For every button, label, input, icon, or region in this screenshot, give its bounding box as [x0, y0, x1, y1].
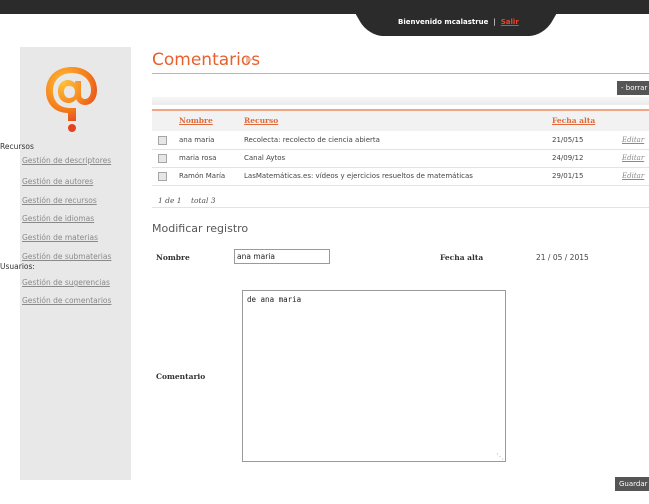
sidebar-link-autores[interactable]: Gestión de autores	[22, 177, 93, 186]
row-checkbox[interactable]	[158, 172, 167, 181]
page-title: Comentarios	[152, 50, 261, 70]
sidebar-heading-recursos: Recursos	[0, 142, 34, 151]
title-arrow-icon: ▶	[246, 55, 253, 65]
date-label: Fecha alta	[440, 253, 484, 262]
column-header-recurso[interactable]: Recurso	[244, 116, 278, 125]
table-bottom-rule	[152, 207, 649, 208]
cell-fecha: 24/09/12	[552, 154, 584, 162]
pager-page: 1 de 1	[158, 196, 182, 205]
pager-total: total 3	[191, 196, 216, 205]
edit-link[interactable]: Editar	[622, 154, 644, 162]
sidebar-heading-usuarios: Usuarios:	[0, 262, 35, 271]
save-button[interactable]: Guardar	[615, 477, 649, 491]
sidebar-link-sugerencias[interactable]: Gestión de sugerencias	[22, 278, 110, 287]
column-header-fecha-alta[interactable]: Fecha alta	[552, 116, 595, 125]
title-divider	[152, 73, 649, 74]
column-header-nombre[interactable]: Nombre	[179, 116, 213, 125]
delete-button[interactable]: - borrar	[617, 81, 649, 95]
cell-nombre: maria rosa	[179, 154, 217, 162]
welcome-separator: |	[493, 18, 496, 26]
cell-nombre: ana maria	[179, 136, 215, 144]
comment-label: Comentario	[156, 372, 206, 381]
comment-textarea[interactable]: de ana maria	[242, 290, 506, 462]
cell-recurso: LasMatemáticas.es: vídeos y ejercicios r…	[244, 172, 473, 180]
cell-recurso: Recolecta: recolecto de ciencia abierta	[244, 136, 380, 144]
welcome-message: Bienvenido mcalastrue | Salir	[398, 18, 519, 26]
cell-fecha: 29/01/15	[552, 172, 584, 180]
cell-fecha: 21/05/15	[552, 136, 584, 144]
at-sign-question-logo	[46, 67, 97, 132]
toolbar-band	[152, 97, 649, 105]
edit-link[interactable]: Editar	[622, 172, 644, 180]
sidebar-link-comentarios[interactable]: Gestión de comentarios	[22, 296, 111, 305]
date-value: 21 / 05 / 2015	[536, 253, 589, 262]
resize-grip-icon[interactable]: ⋱	[496, 452, 504, 461]
sidebar-link-idiomas[interactable]: Gestión de idiomas	[22, 214, 94, 223]
sidebar-link-materias[interactable]: Gestión de materias	[22, 233, 98, 242]
cell-nombre: Ramón María	[179, 172, 226, 180]
sidebar-link-recursos[interactable]: Gestión de recursos	[22, 196, 97, 205]
cell-recurso: Canal Aytos	[244, 154, 286, 162]
name-label: Nombre	[156, 253, 190, 262]
row-checkbox[interactable]	[158, 136, 167, 145]
sidebar-link-submaterias[interactable]: Gestión de submaterias	[22, 252, 111, 261]
welcome-user: Bienvenido mcalastrue	[398, 18, 489, 26]
sidebar-link-descriptores[interactable]: Gestión de descriptores	[22, 156, 111, 165]
edit-link[interactable]: Editar	[622, 136, 644, 144]
logout-link[interactable]: Salir	[501, 18, 519, 26]
row-checkbox[interactable]	[158, 154, 167, 163]
name-input[interactable]	[234, 249, 330, 264]
form-title: Modificar registro	[152, 222, 249, 235]
